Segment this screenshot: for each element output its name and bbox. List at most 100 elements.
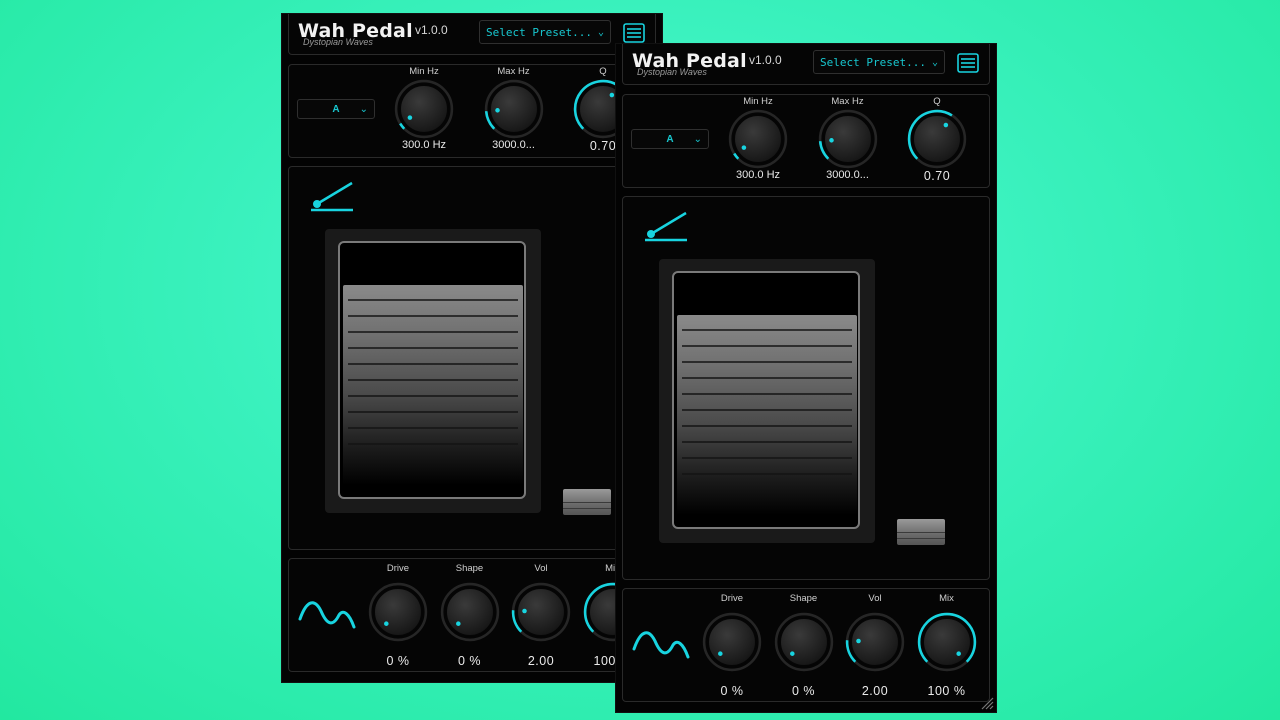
mode-select-value: A [332,104,340,115]
knob-value-arc [399,122,406,130]
top-knob-q: Q 0.70 [902,95,972,185]
knob-label: Min Hz [743,96,773,107]
plugin-window-back: Wah Pedal Dystopian Waves v1.0.0 Select … [282,14,662,682]
knob-indicator-dot [856,638,861,644]
knob-value: 0.70 [923,169,951,183]
header-bar: Wah Pedal Dystopian Waves v1.0.0 Select … [622,44,990,85]
plugin-window-front: Wah Pedal Dystopian Waves v1.0.0 Select … [616,44,996,712]
knob-label: Drive [386,563,410,574]
knob-indicator-dot [455,621,461,626]
top-knob-max-hz: Max Hz 3000.0... [813,95,883,185]
pedal-ridge [682,425,852,427]
pedal-ridge [682,441,852,443]
knob-label: Vol [868,593,882,604]
knob-value: 0 % [386,654,410,668]
pedal-ridge [682,457,852,459]
knob-value: 3000.0... [492,139,535,151]
pedal-ridge [348,315,518,317]
mode-select[interactable]: A ⌄ [297,99,375,119]
tone-controls: Drive 0 % Shape 0 % Vol 2.00 Mix 100 % [288,558,656,672]
preset-select-label: Select Preset... [486,26,592,39]
filter-controls: A ⌄ Min Hz 300.0 Hz Max Hz 3000.0... Q 0.70 [288,64,656,158]
plugin-subtitle: Dystopian Waves [637,67,707,77]
bottom-knob-vol: Vol 2.00 [506,559,576,668]
menu-icon[interactable] [957,53,979,73]
knob-label: Vol [534,563,548,574]
knob-value: 300.0 Hz [401,139,447,151]
knob-indicator-dot [955,651,961,656]
knob-label: Max Hz [497,66,530,77]
pedal-ridge [348,331,518,333]
knob-dial[interactable] [844,611,906,677]
pedal-ridge [348,299,518,301]
pedal-frame [672,271,860,529]
chevron-down-icon: ⌄ [597,27,604,38]
pedal-ridge [348,379,518,381]
knob-dial[interactable] [483,78,545,144]
pedal-area [622,196,990,580]
knob-value: 2.00 [861,684,889,698]
knob-dial[interactable] [906,108,968,174]
top-knob-min-hz: Min Hz 300.0 Hz [389,65,459,155]
knob-indicator-dot [522,608,527,614]
mode-select-value: A [666,134,674,145]
bottom-knob-vol: Vol 2.00 [840,589,910,698]
preset-select[interactable]: Select Preset... ⌄ [813,50,945,74]
pedal-ridge [348,395,518,397]
pedal-ridge [682,361,852,363]
version-label: v1.0.0 [749,53,782,67]
version-label: v1.0.0 [415,23,448,37]
knob-dial[interactable] [367,581,429,647]
wah-pedal-plate[interactable] [677,315,857,515]
mode-select[interactable]: A ⌄ [631,129,709,149]
knob-label: Min Hz [409,66,439,77]
knob-value: 0 % [791,684,816,698]
knob-dial[interactable] [773,611,835,677]
knob-dial[interactable] [701,611,763,677]
pedal-ridge [682,345,852,347]
knob-indicator-dot [789,651,795,656]
knob-value: 0 % [457,654,482,668]
pedal-ridge [348,443,518,445]
bottom-knob-drive: Drive 0 % [697,589,767,698]
knob-dial[interactable] [916,611,978,677]
pedal-ridge [682,329,852,331]
plugin-subtitle: Dystopian Waves [303,37,373,47]
chevron-down-icon: ⌄ [931,57,938,68]
knob-indicator-dot [384,621,389,626]
bottom-knob-shape: Shape 0 % [769,589,839,698]
knob-value: 3000.0... [826,169,869,181]
preset-select[interactable]: Select Preset... ⌄ [479,20,611,44]
knob-dial[interactable] [393,78,455,144]
knob-indicator-dot [407,115,413,120]
pedal-ridge [682,473,852,475]
knob-indicator-dot [828,138,834,143]
preset-select-label: Select Preset... [820,56,926,69]
knob-dial[interactable] [510,581,572,647]
toe-switch[interactable] [563,489,611,515]
pedal-ridge [682,393,852,395]
knob-value: 300.0 Hz [735,169,781,181]
knob-dial[interactable] [439,581,501,647]
pedal-ridge [682,409,852,411]
wah-pedal-plate[interactable] [343,285,523,485]
pedal-ridge [348,411,518,413]
bottom-knob-drive: Drive 0 % [363,559,433,668]
knob-label: Shape [455,563,484,574]
knob-indicator-dot [609,92,615,98]
knob-indicator-dot [494,108,500,113]
knob-dial[interactable] [817,108,879,174]
chevron-down-icon: ⌄ [359,104,368,115]
header-bar: Wah Pedal Dystopian Waves v1.0.0 Select … [288,14,656,55]
knob-indicator-dot [718,651,723,656]
pedal-area [288,166,656,550]
knob-dial[interactable] [727,108,789,174]
knob-label: Shape [789,593,818,604]
knob-label: Drive [720,593,744,604]
pedal-housing [659,259,875,543]
bottom-knob-mix: Mix 100 % [912,589,982,698]
knob-value-arc [733,152,740,160]
toe-switch[interactable] [897,519,945,545]
menu-icon[interactable] [623,23,645,43]
resize-handle-icon[interactable] [980,696,994,710]
